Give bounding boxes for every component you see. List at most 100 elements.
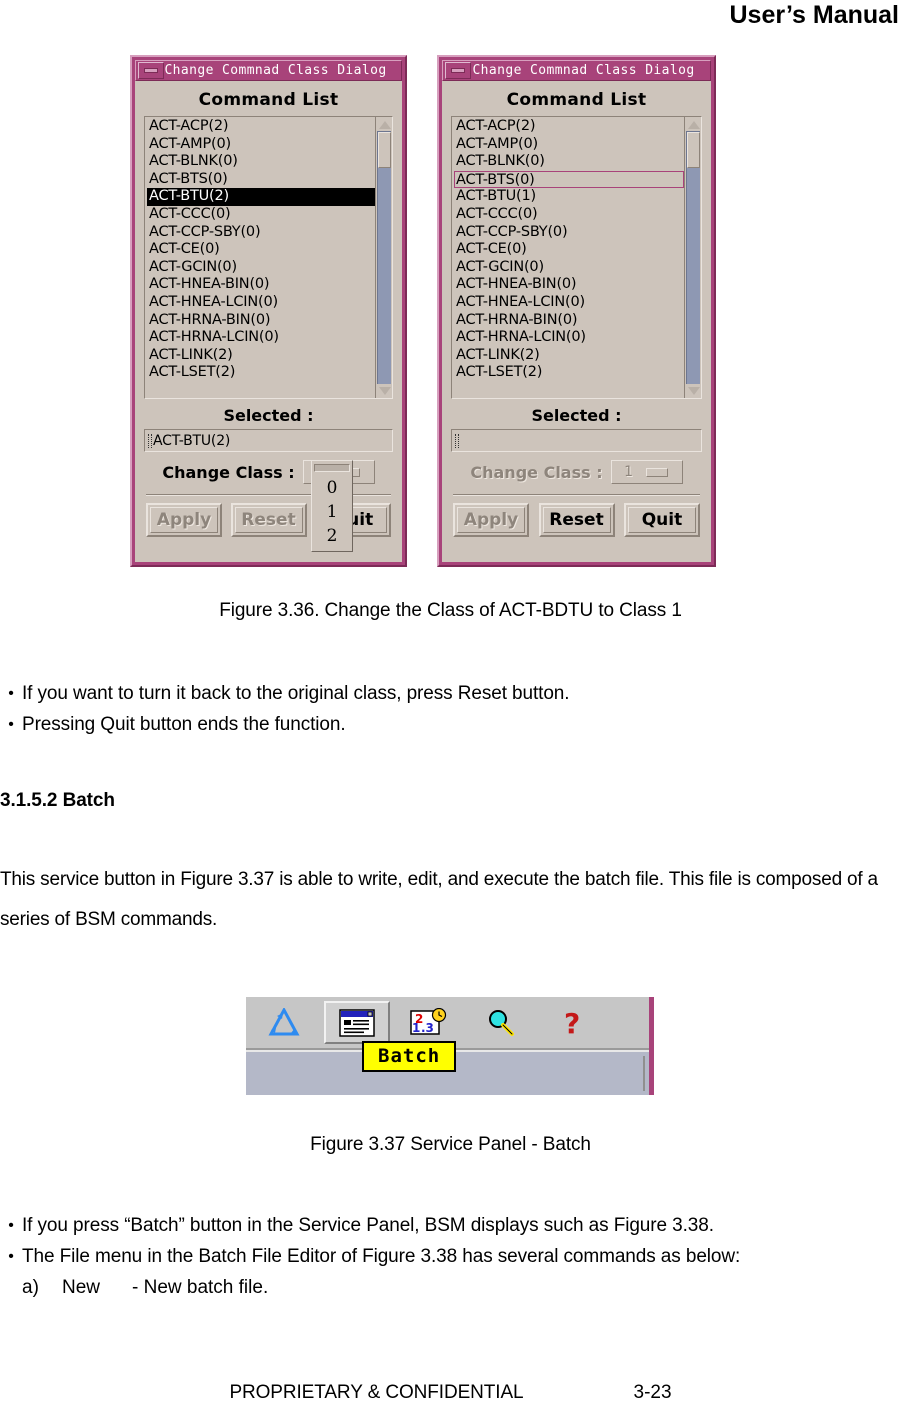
command-list-item[interactable]: ACT-HNEA-LCIN(0) (454, 294, 684, 312)
change-command-class-dialog-right: Change Commnad Class Dialog Command List… (437, 55, 716, 567)
button-row-left: Apply Reset Quit (144, 503, 393, 537)
command-list-item[interactable]: ACT-CE(0) (454, 241, 684, 259)
text-caret-icon (148, 433, 152, 448)
dialog-title-left: Change Commnad Class Dialog (164, 63, 387, 78)
bullet-list-after-figure-336: • If you want to turn it back to the ori… (0, 678, 901, 740)
command-list-items-right[interactable]: ACT-ACP(2) ACT-AMP(0) ACT-BLNK(0) ACT-BTS(0… (452, 117, 684, 398)
change-class-options-popup-left[interactable]: 0 1 2 (311, 460, 353, 552)
selected-label-right: Selected : (531, 406, 622, 425)
sub-list-item: a) New - New batch file. (0, 1272, 901, 1303)
minimize-icon[interactable] (445, 62, 471, 79)
change-class-value-right: 1 (624, 464, 634, 480)
command-list-item[interactable]: ACT-CCC(0) (454, 206, 684, 224)
command-listbox-right[interactable]: ACT-ACP(2) ACT-AMP(0) ACT-BLNK(0) ACT-BTS(0… (451, 116, 702, 399)
scroll-up-arrow-icon[interactable] (686, 118, 701, 131)
magnifier-icon[interactable] (468, 1001, 534, 1044)
page-header: User’s Manual (0, 0, 901, 34)
command-list-item[interactable]: ACT-GCIN(0) (147, 259, 375, 277)
vertical-scrollbar-right[interactable] (684, 117, 701, 398)
list-item: • The File menu in the Batch File Editor… (0, 1241, 901, 1272)
command-list-item[interactable]: ACT-BTU(2) (147, 188, 375, 206)
scrollbar-track-right[interactable] (686, 131, 700, 384)
command-list-item[interactable]: ACT-HRNA-BIN(0) (454, 312, 684, 330)
bullet-dot-icon: • (8, 716, 14, 733)
page-footer: PROPRIETARY & CONFIDENTIAL 3-23 (0, 1382, 901, 1404)
command-list-item[interactable]: ACT-BTU(1) (454, 188, 684, 206)
class-option-2[interactable]: 2 (312, 524, 352, 548)
command-list-item[interactable]: ACT-HRNA-BIN(0) (147, 312, 375, 330)
command-list-item[interactable]: ACT-AMP(0) (454, 136, 684, 154)
command-list-item[interactable]: ACT-HRNA-LCIN(0) (147, 329, 375, 347)
reset-button-left[interactable]: Reset (230, 503, 307, 537)
figure-3-37-caption: Figure 3.37 Service Panel - Batch (310, 1134, 591, 1155)
popup-tearoff-handle[interactable] (314, 464, 350, 472)
section-heading: 3.1.5.2 Batch (0, 790, 115, 811)
batch-window-icon[interactable] (324, 1001, 390, 1044)
selected-label-left: Selected : (223, 406, 314, 425)
command-list-item[interactable]: ACT-HNEA-BIN(0) (147, 276, 375, 294)
help-question-icon[interactable]: ? (540, 1001, 606, 1044)
bullet-dot-icon: • (8, 685, 14, 702)
selected-input-left[interactable]: ACT-BTU(2) (144, 429, 393, 452)
command-list-item[interactable]: ACT-BLNK(0) (454, 153, 684, 171)
class-option-0[interactable]: 0 (312, 476, 352, 500)
separator-right (453, 494, 700, 496)
command-list-item[interactable]: ACT-ACP(2) (147, 118, 375, 136)
command-list-item[interactable]: ACT-BTS(0) (454, 170, 684, 189)
command-list-item[interactable]: ACT-LSET(2) (454, 364, 684, 382)
scrollbar-thumb-right[interactable] (687, 132, 700, 168)
command-list-item[interactable]: ACT-CCP-SBY(0) (454, 224, 684, 242)
section-paragraph: This service button in Figure 3.37 is ab… (0, 869, 878, 930)
command-list-item[interactable]: ACT-AMP(0) (147, 136, 375, 154)
command-list-item[interactable]: ACT-CE(0) (147, 241, 375, 259)
command-listbox-left[interactable]: ACT-ACP(2) ACT-AMP(0) ACT-BLNK(0) ACT-BTS(0… (144, 116, 393, 399)
command-list-items-left[interactable]: ACT-ACP(2) ACT-AMP(0) ACT-BLNK(0) ACT-BTS(0… (145, 117, 375, 398)
quit-button-right[interactable]: Quit (624, 503, 700, 537)
list-item: • Pressing Quit button ends the function… (0, 709, 901, 740)
reset-button-right[interactable]: Reset (538, 503, 615, 537)
confidential-notice: PROPRIETARY & CONFIDENTIAL (229, 1382, 524, 1403)
command-list-item[interactable]: ACT-HNEA-LCIN(0) (147, 294, 375, 312)
change-class-label-left: Change Class : (162, 462, 295, 482)
svg-text:1: 1 (412, 1021, 420, 1035)
bullet-text: Pressing Quit button ends the function. (22, 714, 346, 735)
apply-button-right[interactable]: Apply (453, 503, 529, 537)
vertical-scrollbar-left[interactable] (375, 117, 392, 398)
scroll-down-arrow-icon[interactable] (377, 384, 392, 397)
apply-button-left[interactable]: Apply (146, 503, 222, 537)
figure-3-36-caption: Figure 3.36. Change the Class of ACT-BDT… (219, 600, 682, 621)
selected-input-right[interactable] (451, 429, 702, 452)
bullet-text: The File menu in the Batch File Editor o… (22, 1246, 741, 1267)
command-list-item[interactable]: ACT-HNEA-BIN(0) (454, 276, 684, 294)
schedule-clock-icon[interactable]: 2 1 .3 (396, 1001, 462, 1044)
command-list-item[interactable]: ACT-LINK(2) (147, 347, 375, 365)
class-option-1[interactable]: 1 (312, 500, 352, 524)
bullet-text: If you press “Batch” button in the Servi… (22, 1215, 714, 1236)
command-list-item[interactable]: ACT-HRNA-LCIN(0) (454, 329, 684, 347)
command-list-item[interactable]: ACT-CCC(0) (147, 206, 375, 224)
command-list-item[interactable]: ACT-BLNK(0) (147, 153, 375, 171)
command-list-item[interactable]: ACT-BTS(0) (147, 171, 375, 189)
chevron-down-icon[interactable] (645, 467, 668, 477)
scrollbar-track-left[interactable] (377, 131, 391, 384)
figure-3-37-image: 2 1 .3 ? Batch (246, 997, 654, 1095)
command-list-item[interactable]: ACT-LINK(2) (454, 347, 684, 365)
figure-3-36-image: Change Commnad Class Dialog Command List… (0, 55, 901, 570)
scroll-up-arrow-icon[interactable] (377, 118, 392, 131)
button-row-right: Apply Reset Quit (451, 503, 702, 537)
command-list-item[interactable]: ACT-LSET(2) (147, 364, 375, 382)
scrollbar-thumb-left[interactable] (378, 132, 391, 168)
change-class-row-left: Change Class : 0 1 2 (144, 452, 393, 552)
recycle-triangle-icon[interactable] (252, 1001, 318, 1044)
minimize-icon[interactable] (138, 62, 164, 79)
bullet-dot-icon: • (8, 1248, 14, 1265)
scroll-down-arrow-icon[interactable] (686, 384, 701, 397)
command-list-item[interactable]: ACT-GCIN(0) (454, 259, 684, 277)
svg-text:.3: .3 (421, 1021, 434, 1035)
change-class-row-right: Change Class : 1 (451, 452, 702, 492)
titlebar-right: Change Commnad Class Dialog (442, 60, 711, 81)
separator-left (146, 494, 391, 496)
command-list-item[interactable]: ACT-ACP(2) (454, 118, 684, 136)
command-list-item[interactable]: ACT-CCP-SBY(0) (147, 224, 375, 242)
change-class-combo-right[interactable]: 1 (610, 460, 683, 484)
